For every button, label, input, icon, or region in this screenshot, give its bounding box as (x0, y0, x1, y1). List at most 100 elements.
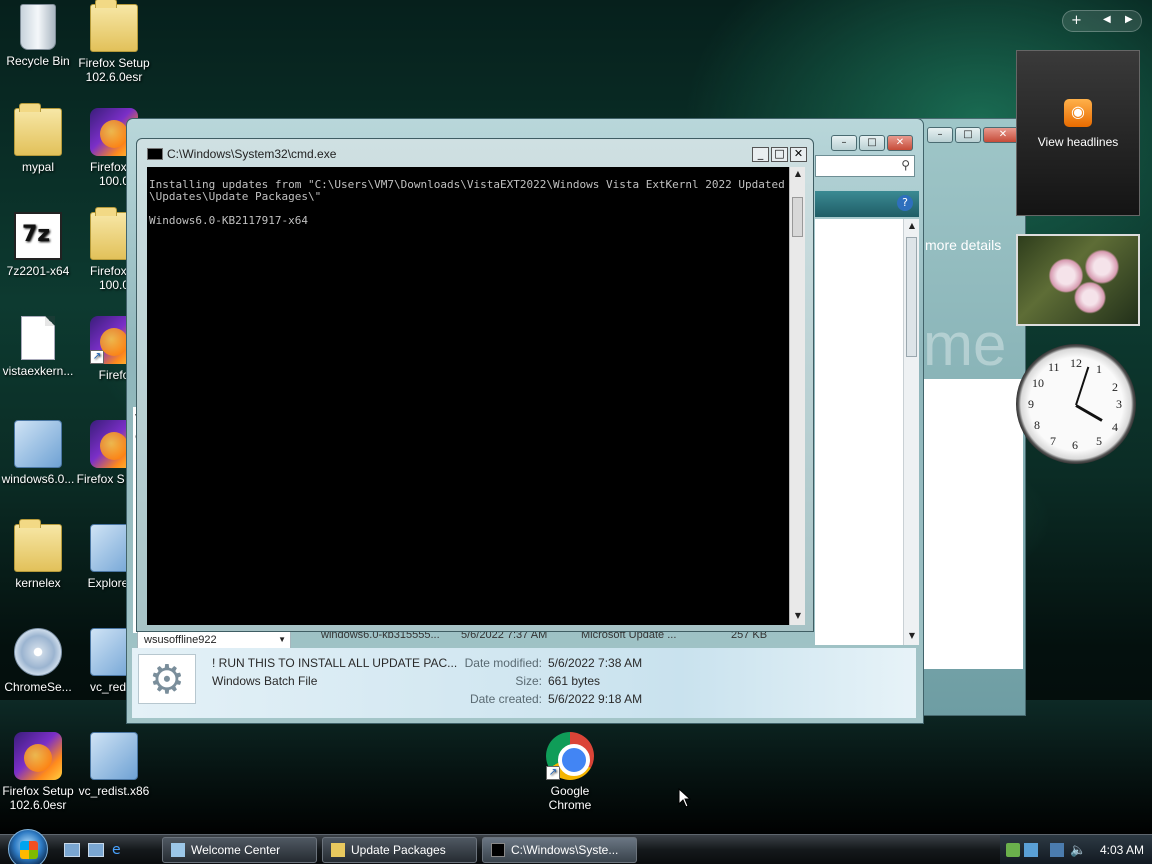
system-tray: 🔈 4:03 AM (1000, 835, 1152, 864)
toolbar: ? (815, 191, 919, 217)
clock-number: 2 (1112, 380, 1118, 394)
chrome-icon: ↗ (546, 732, 594, 780)
console-scrollbar[interactable]: ▲ ▼ (789, 167, 805, 625)
cmd-titlebar[interactable]: C:\Windows\System32\cmd.exe (147, 147, 336, 161)
desktop-icon-recycle-bin[interactable]: Recycle Bin (0, 4, 76, 68)
desktop-icon-7z[interactable]: 7z2201-x64 (0, 212, 76, 278)
details-created-value: 5/6/2022 9:18 AM (548, 692, 643, 706)
rss-icon: ◉ (1064, 99, 1092, 127)
7zip-installer-icon (14, 212, 62, 260)
sidebar-controls: + ◀ ▶ (1062, 10, 1142, 32)
setup-disc-icon (14, 628, 62, 676)
clock-number: 12 (1070, 356, 1082, 370)
scroll-thumb[interactable] (906, 237, 917, 357)
next-icon[interactable]: ▶ (1125, 14, 1133, 25)
clock-gadget: 12 1 2 3 4 5 6 7 8 9 10 11 (1016, 344, 1136, 464)
console-icon (491, 843, 505, 857)
minimize-button[interactable]: _ (752, 147, 769, 162)
clock-number: 9 (1028, 397, 1034, 411)
maximize-button[interactable]: □ (771, 147, 788, 162)
scroll-up-arrow-icon[interactable]: ▲ (791, 167, 805, 181)
recycle-bin-icon (20, 4, 56, 50)
desktop-icon-windows6[interactable]: windows6.0... (0, 420, 76, 486)
folder-dropdown[interactable]: wsusoffline922 ▼ (137, 631, 291, 649)
minimize-button[interactable]: – (927, 127, 953, 143)
clock-number: 11 (1048, 360, 1060, 374)
desktop-icon-firefox-setup-2[interactable]: Firefox Setup 102.6.0esr (0, 732, 76, 812)
clock-number: 6 (1072, 438, 1078, 452)
internet-explorer-icon[interactable]: e (112, 843, 128, 857)
firefox-icon (14, 732, 62, 780)
window-controls: – □ ✕ (927, 127, 1023, 143)
feed-headlines-label: View headlines (1037, 135, 1119, 149)
desktop-icon-label: vistaexkern... (2, 364, 74, 378)
window-controls: – □ ✕ (831, 135, 913, 151)
close-button[interactable]: ✕ (790, 147, 807, 162)
details-modified-label: Date modified: (464, 656, 542, 670)
desktop-icon-label: Google Chrome (548, 784, 592, 812)
show-desktop-icon[interactable] (64, 843, 80, 857)
shortcut-arrow-icon: ↗ (546, 766, 560, 780)
network-icon[interactable] (1050, 843, 1064, 857)
taskbar-item-cmd[interactable]: C:\Windows\Syste... (482, 837, 637, 863)
desktop-icon-label: Firefox Setup 102.6.0esr (2, 784, 74, 812)
desktop-icon-vc-redist-x86[interactable]: vc_redist.x86 (76, 732, 152, 798)
desktop-icon-chromesetup[interactable]: ChromeSe... (0, 628, 76, 694)
scroll-up-arrow-icon[interactable]: ▲ (905, 219, 919, 233)
desktop-icon-google-chrome[interactable]: ↗ Google Chrome (532, 732, 608, 812)
taskbar-item-welcome-center[interactable]: Welcome Center (162, 837, 317, 863)
details-file-type: Windows Batch File (212, 674, 318, 688)
previous-icon[interactable]: ◀ (1103, 14, 1111, 25)
clock-number: 8 (1034, 418, 1040, 432)
folder-icon (14, 519, 62, 572)
start-button[interactable] (8, 829, 48, 864)
taskbar-clock[interactable]: 4:03 AM (1100, 843, 1144, 857)
slideshow-gadget[interactable] (1016, 234, 1140, 326)
welcome-center-icon (171, 843, 185, 857)
file-list-scrollbar[interactable]: ▲ ▼ (903, 219, 919, 645)
volume-muted-icon[interactable]: 🔈 (1070, 835, 1086, 864)
taskbar-item-label: Update Packages (351, 843, 446, 857)
desktop-icon-label: mypal (21, 160, 54, 174)
scroll-down-arrow-icon[interactable]: ▼ (791, 609, 805, 623)
search-box[interactable]: ⚲ (815, 155, 915, 177)
clock-number: 3 (1116, 397, 1122, 411)
switch-windows-icon[interactable] (88, 843, 104, 857)
security-icon[interactable] (1006, 843, 1020, 857)
maximize-button[interactable]: □ (955, 127, 981, 143)
desktop-icon-firefox-setup-1[interactable]: Firefox Setup 102.6.0esr (76, 0, 152, 84)
details-file-name: ! RUN THIS TO INSTALL ALL UPDATE PAC... (212, 656, 458, 670)
console-output[interactable]: Installing updates from "C:\Users\VM7\Do… (147, 167, 789, 625)
folder-icon (331, 843, 345, 857)
taskbar: e Welcome Center Update Packages C:\Wind… (0, 829, 1152, 864)
maximize-button[interactable]: □ (859, 135, 885, 151)
desktop-icon-label: windows6.0... (1, 472, 75, 486)
clock-hour-hand (1075, 404, 1103, 422)
close-button[interactable]: ✕ (887, 135, 913, 151)
details-size-label: Size: (515, 674, 542, 688)
batch-file-icon (138, 654, 196, 704)
taskbar-item-update-packages[interactable]: Update Packages (322, 837, 477, 863)
more-details-link[interactable]: more details (925, 237, 1001, 253)
clock-number: 10 (1032, 376, 1044, 390)
desktop-icon-kernelex[interactable]: kernelex (0, 519, 76, 590)
desktop-icon-label: Firefox Setup 102.6.0esr (78, 56, 150, 84)
clock-number: 5 (1096, 434, 1102, 448)
network-status-icon[interactable] (1024, 843, 1038, 857)
add-gadget-icon[interactable]: + (1071, 13, 1082, 28)
scroll-thumb[interactable] (792, 197, 803, 237)
update-package-icon (14, 420, 62, 468)
clock-minute-hand (1075, 366, 1090, 406)
taskbar-item-label: C:\Windows\Syste... (511, 843, 619, 857)
feed-headlines-gadget[interactable]: ◉ View headlines (1016, 50, 1140, 216)
welcome-watermark: me (923, 311, 1007, 378)
desktop-icon-vistaexkern[interactable]: vistaexkern... (0, 316, 76, 378)
minimize-button[interactable]: – (831, 135, 857, 151)
console-icon (147, 148, 163, 160)
scroll-down-arrow-icon[interactable]: ▼ (905, 629, 919, 643)
cmd-window[interactable]: C:\Windows\System32\cmd.exe _ □ ✕ Instal… (136, 138, 814, 632)
desktop-icon-label: vc_redist.x86 (78, 784, 150, 798)
desktop-icon-mypal[interactable]: mypal (0, 103, 76, 174)
help-icon[interactable]: ? (897, 195, 913, 211)
details-size-value: 661 bytes (548, 674, 601, 688)
